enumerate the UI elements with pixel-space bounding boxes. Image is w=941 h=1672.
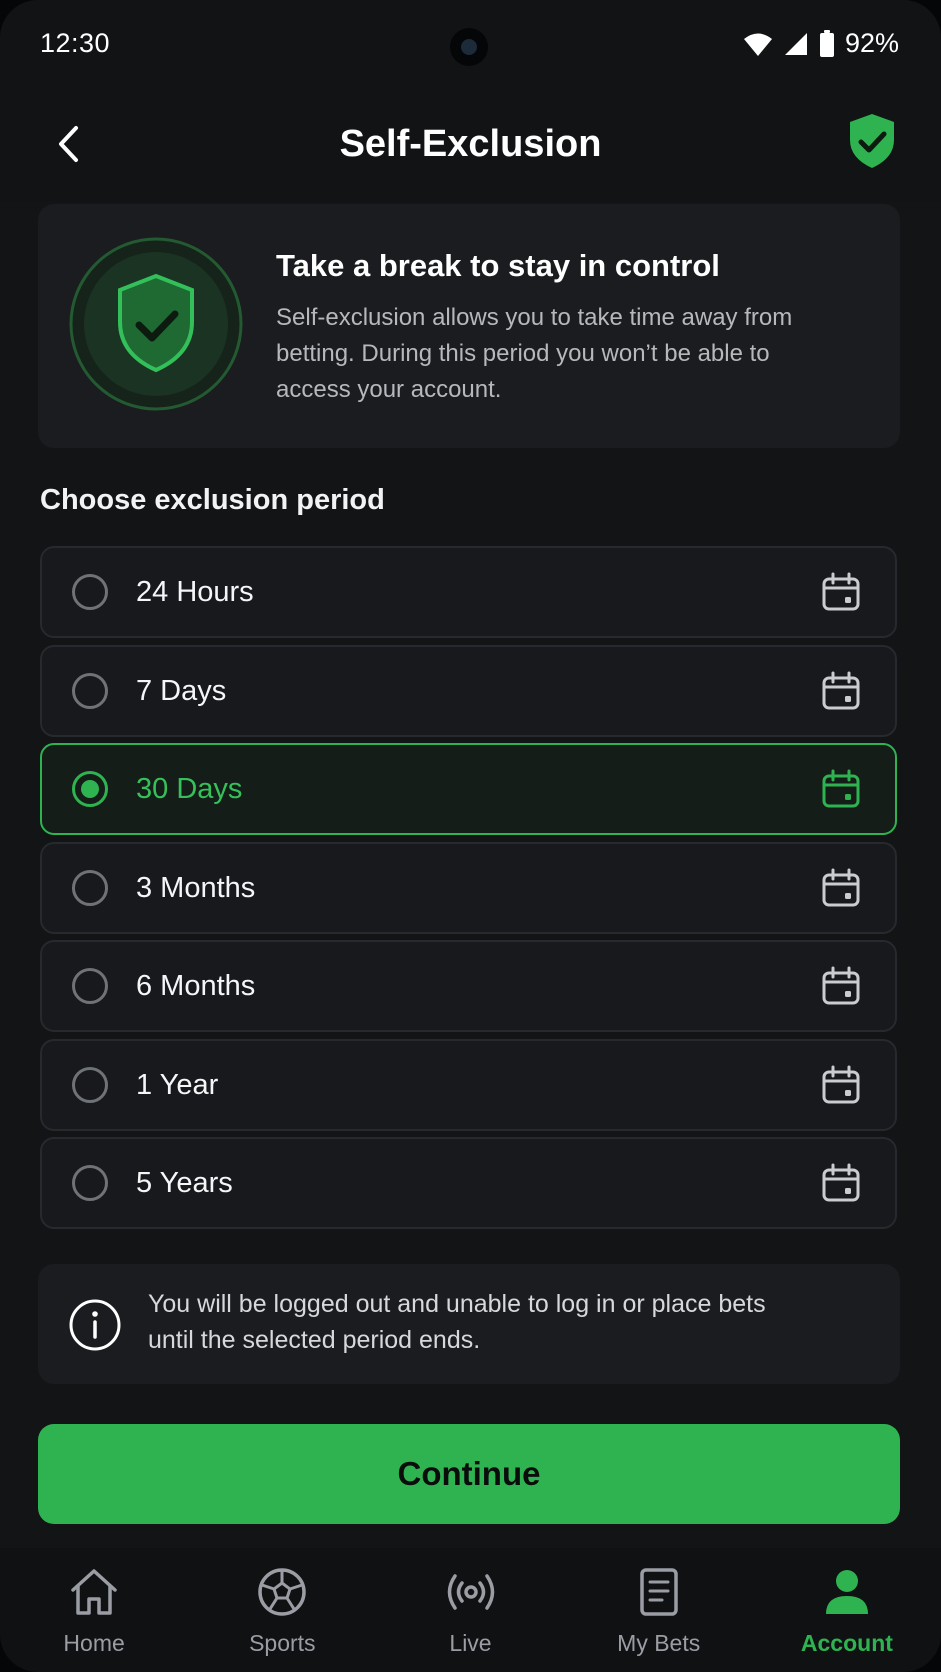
option-5-years[interactable]: 5 Years bbox=[40, 1137, 897, 1229]
shield-check-icon[interactable] bbox=[847, 112, 897, 170]
user-icon bbox=[825, 1570, 868, 1614]
intro-card: Take a break to stay in control Self-exc… bbox=[38, 204, 900, 448]
radio-selected-dot bbox=[81, 780, 99, 798]
battery-percentage: 92% bbox=[844, 28, 899, 58]
radio-button[interactable] bbox=[72, 574, 108, 610]
intro-description: Self-exclusion allows you to take time a… bbox=[276, 304, 793, 403]
radio-button[interactable] bbox=[72, 1066, 108, 1103]
app-header: Self-Exclusion bbox=[0, 92, 941, 202]
option-6-months[interactable]: 6 Months bbox=[40, 940, 897, 1032]
calendar-icon bbox=[822, 671, 860, 709]
option-label: 24 Hours bbox=[136, 576, 254, 608]
page-title: Self-Exclusion bbox=[339, 123, 602, 165]
option-label: 3 Months bbox=[136, 871, 256, 904]
status-time: 12:30 bbox=[40, 28, 111, 58]
nav-item-my-bets[interactable]: My Bets bbox=[565, 1548, 753, 1672]
status-indicators: 92% bbox=[743, 28, 899, 59]
warning-text: You will be logged out and unable to log… bbox=[148, 1290, 766, 1354]
nav-label: My Bets bbox=[617, 1630, 701, 1656]
calendar-icon bbox=[822, 572, 860, 611]
calendar-icon bbox=[822, 769, 860, 808]
option-label: 1 Year bbox=[136, 1068, 219, 1101]
soccer-ball-icon bbox=[258, 1568, 307, 1616]
radio-button-selected[interactable] bbox=[72, 771, 108, 807]
intro-title: Take a break to stay in control bbox=[276, 248, 720, 283]
info-icon bbox=[69, 1299, 121, 1351]
warning-notice: You will be logged out and unable to log… bbox=[38, 1264, 900, 1384]
battery-icon bbox=[819, 29, 834, 57]
nav-item-home[interactable]: Home bbox=[0, 1548, 188, 1672]
cellular-signal-icon bbox=[784, 32, 807, 55]
option-label: 7 Days bbox=[136, 674, 227, 707]
option-7-days[interactable]: 7 Days bbox=[40, 644, 897, 737]
calendar-icon bbox=[822, 1065, 860, 1103]
option-label: 6 Months bbox=[136, 970, 256, 1002]
nav-item-live[interactable]: Live bbox=[376, 1548, 564, 1672]
nav-item-sports[interactable]: Sports bbox=[188, 1548, 376, 1672]
continue-button[interactable]: Continue bbox=[38, 1424, 900, 1524]
option-24-hours[interactable]: 24 Hours bbox=[40, 546, 897, 638]
radio-button[interactable] bbox=[72, 672, 108, 709]
option-label: 5 Years bbox=[136, 1167, 233, 1199]
exclusion-period-options: 24 Hours 7 Days 30 Days 3 Months 6 Month… bbox=[40, 546, 897, 1236]
radio-button[interactable] bbox=[72, 1165, 108, 1201]
calendar-icon bbox=[822, 1163, 860, 1202]
shield-badge-icon bbox=[69, 237, 243, 411]
bottom-navigation: Home Sports Live My Bets Account bbox=[0, 1548, 941, 1672]
section-label: Choose exclusion period bbox=[40, 484, 385, 516]
radio-button[interactable] bbox=[72, 869, 108, 906]
radio-button[interactable] bbox=[72, 968, 108, 1004]
option-3-months[interactable]: 3 Months bbox=[40, 841, 897, 934]
nav-label: Account bbox=[800, 1630, 893, 1656]
phone-screen: 12:30 92% Self-Exclusion Take a break to… bbox=[0, 0, 941, 1672]
option-30-days[interactable]: 30 Days bbox=[40, 743, 897, 835]
calendar-icon bbox=[822, 966, 860, 1005]
nav-label: Live bbox=[449, 1630, 492, 1656]
camera-cutout bbox=[450, 28, 488, 66]
option-1-year[interactable]: 1 Year bbox=[40, 1038, 897, 1131]
status-bar: 12:30 92% bbox=[0, 0, 941, 92]
nav-label: Home bbox=[63, 1630, 125, 1656]
nav-label: Sports bbox=[249, 1630, 316, 1656]
calendar-icon bbox=[822, 868, 860, 906]
nav-item-account[interactable]: Account bbox=[753, 1548, 941, 1672]
home-icon bbox=[71, 1569, 117, 1615]
wifi-icon bbox=[743, 33, 772, 56]
broadcast-icon bbox=[447, 1574, 494, 1610]
option-label: 30 Days bbox=[136, 773, 243, 805]
bet-slip-icon bbox=[639, 1568, 678, 1616]
